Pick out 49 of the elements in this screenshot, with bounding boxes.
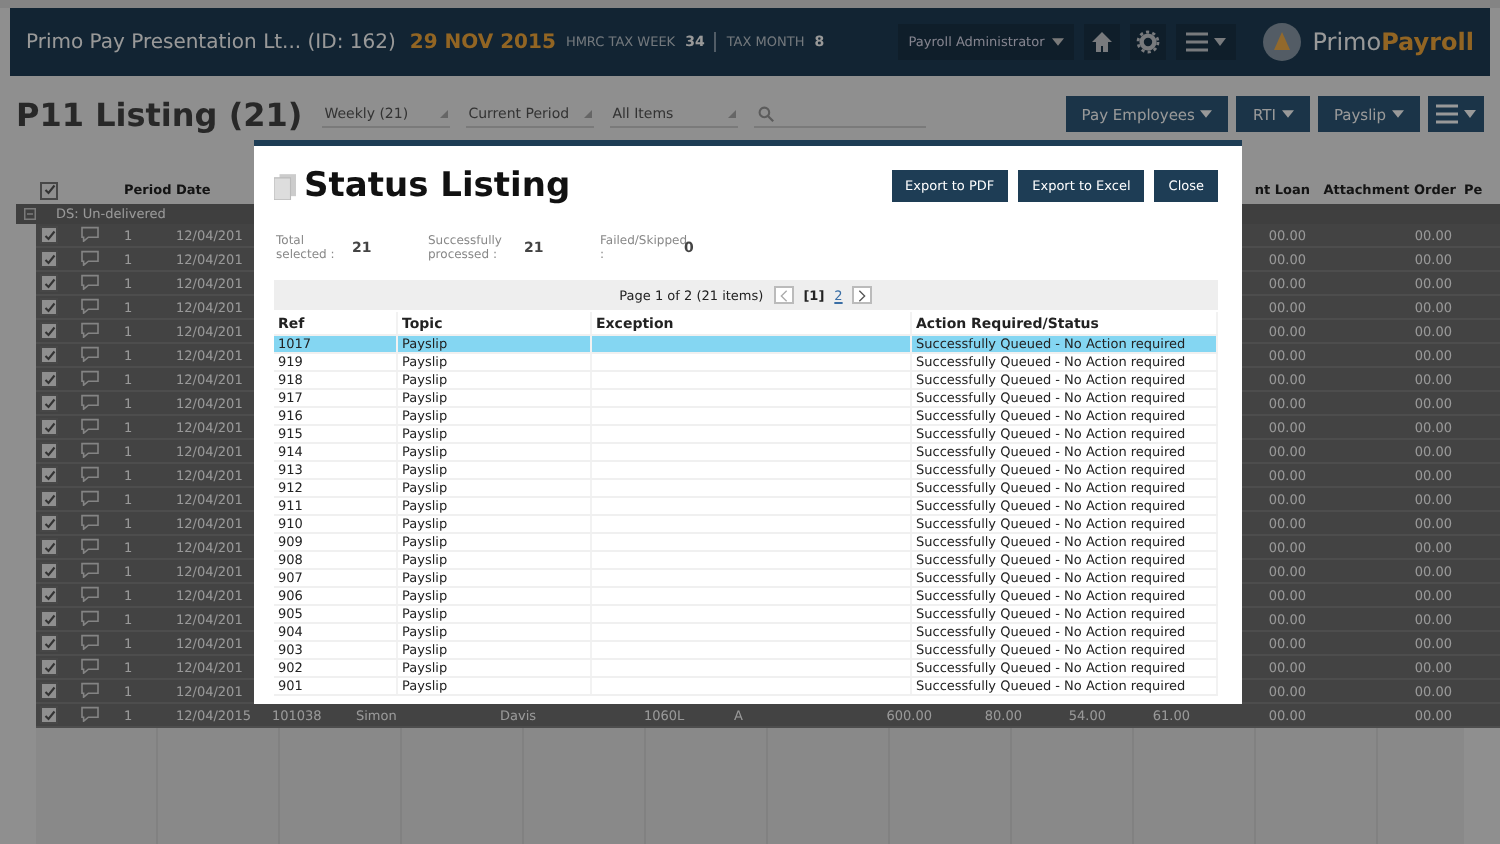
- search-field[interactable]: [754, 101, 927, 127]
- logo-icon: [1262, 22, 1303, 62]
- previous-page-button[interactable]: [773, 286, 794, 304]
- row-checkbox[interactable]: [40, 370, 58, 388]
- payroll-date: 29 NOV 2015: [409, 31, 556, 53]
- row-checkbox[interactable]: [40, 418, 58, 436]
- row-checkbox[interactable]: [40, 274, 58, 292]
- row-checkbox[interactable]: [40, 586, 58, 604]
- home-icon: [1090, 30, 1115, 54]
- row-checkbox[interactable]: [40, 466, 58, 484]
- caret-icon: [728, 109, 737, 117]
- row-checkbox[interactable]: [40, 490, 58, 508]
- menu-icon: [1186, 32, 1227, 52]
- logo-text: PrimoPayroll: [1312, 28, 1474, 56]
- caret-icon: [1052, 38, 1065, 46]
- row-checkbox[interactable]: [40, 706, 58, 724]
- row-checkbox[interactable]: [40, 298, 58, 316]
- page-title: P11 Listing (21): [16, 95, 303, 133]
- row-checkbox[interactable]: [40, 346, 58, 364]
- row-checkbox[interactable]: [40, 394, 58, 412]
- row-checkbox[interactable]: [40, 250, 58, 268]
- row-checkbox[interactable]: [40, 634, 58, 652]
- caret-icon: [584, 109, 593, 117]
- document-icon: [274, 173, 296, 199]
- menu-button[interactable]: [1176, 24, 1237, 60]
- row-checkbox[interactable]: [40, 514, 58, 532]
- row-checkbox[interactable]: [40, 682, 58, 700]
- caret-icon: [1392, 110, 1404, 118]
- menu-button[interactable]: [1428, 96, 1484, 132]
- row-checkbox[interactable]: [40, 610, 58, 628]
- next-page-button[interactable]: [852, 286, 873, 304]
- row-checkbox[interactable]: [40, 322, 58, 340]
- select-all-checkbox[interactable]: [40, 181, 58, 199]
- company-name: Primo Pay Presentation Lt... (ID: 162): [26, 31, 396, 53]
- settings-button[interactable]: [1130, 24, 1167, 60]
- row-checkbox[interactable]: [40, 442, 58, 460]
- settings-icon: [1136, 30, 1161, 54]
- caret-icon: [1281, 110, 1294, 118]
- collapse-icon: [24, 208, 36, 220]
- home-button[interactable]: [1084, 24, 1121, 60]
- menu-icon: [1436, 104, 1476, 124]
- row-checkbox[interactable]: [40, 538, 58, 556]
- caret-icon: [1200, 110, 1213, 118]
- row-checkbox[interactable]: [40, 562, 58, 580]
- caret-icon: [440, 109, 449, 117]
- search-icon: [758, 105, 775, 121]
- row-checkbox[interactable]: [40, 226, 58, 244]
- dialog-title: Status Listing: [304, 166, 571, 206]
- row-checkbox[interactable]: [40, 658, 58, 676]
